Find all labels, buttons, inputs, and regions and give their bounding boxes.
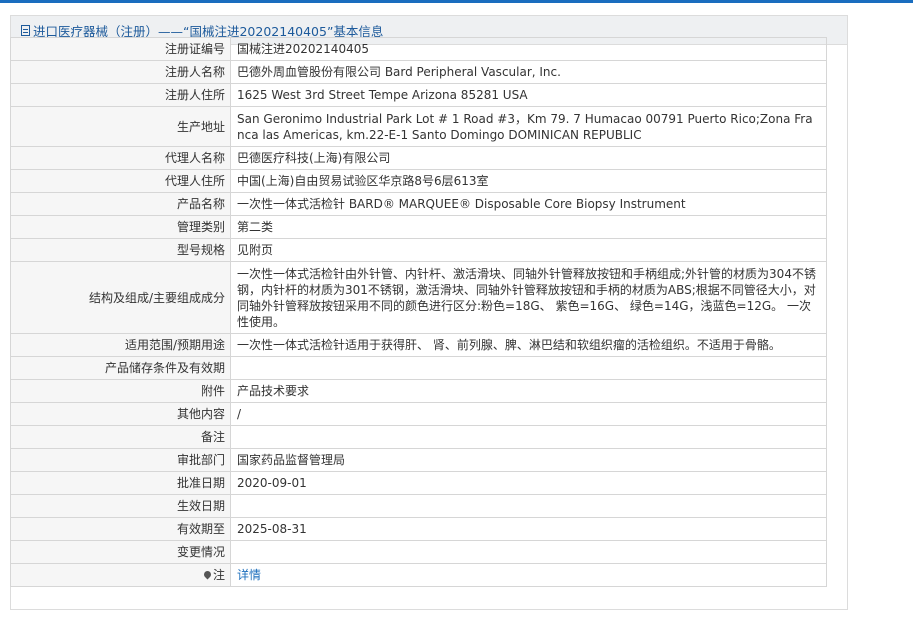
- table-row: 注册人名称 巴德外周血管股份有限公司 Bard Peripheral Vascu…: [10, 60, 827, 84]
- table-row: 管理类别 第二类: [10, 215, 827, 239]
- top-rule: [0, 0, 913, 3]
- pin-icon: [202, 569, 213, 580]
- details-link[interactable]: 详情: [237, 568, 261, 582]
- row-label-agent-name: 代理人名称: [10, 146, 231, 170]
- row-value-effective-date: [230, 494, 827, 518]
- row-value-approval-department: 国家药品监督管理局: [230, 448, 827, 472]
- note-label-text: 注: [212, 568, 225, 582]
- row-value-registrant-name: 巴德外周血管股份有限公司 Bard Peripheral Vascular, I…: [230, 60, 827, 84]
- row-value-registration-no: 国械注进20202140405: [230, 37, 827, 61]
- table-row: 注 详情: [10, 563, 827, 587]
- row-value-intended-use: 一次性一体式活检针适用于获得肝、 肾、前列腺、脾、淋巴结和软组织瘤的活检组织。不…: [230, 333, 827, 357]
- row-label-registrant-address: 注册人住所: [10, 83, 231, 107]
- table-row: 产品储存条件及有效期: [10, 356, 827, 380]
- table-row: 其他内容 /: [10, 402, 827, 426]
- row-value-production-address: San Geronimo Industrial Park Lot # 1 Roa…: [230, 106, 827, 147]
- row-value-change-status: [230, 540, 827, 564]
- table-row: 产品名称 一次性一体式活检针 BARD® MARQUEE® Disposable…: [10, 192, 827, 216]
- row-label-other-content: 其他内容: [10, 402, 231, 426]
- row-value-note: 详情: [230, 563, 827, 587]
- row-value-registrant-address: 1625 West 3rd Street Tempe Arizona 85281…: [230, 83, 827, 107]
- row-label-registrant-name: 注册人名称: [10, 60, 231, 84]
- table-row: 生产地址 San Geronimo Industrial Park Lot # …: [10, 106, 827, 147]
- table-row: 批准日期 2020-09-01: [10, 471, 827, 495]
- row-label-product-name: 产品名称: [10, 192, 231, 216]
- document-icon: [21, 24, 30, 36]
- table-row: 结构及组成/主要组成成分 一次性一体式活检针由外针管、内针杆、激活滑块、同轴外针…: [10, 261, 827, 334]
- row-label-change-status: 变更情况: [10, 540, 231, 564]
- row-value-storage-conditions: [230, 356, 827, 380]
- row-value-model-spec: 见附页: [230, 238, 827, 262]
- row-label-approval-date: 批准日期: [10, 471, 231, 495]
- row-label-structure-composition: 结构及组成/主要组成成分: [10, 261, 231, 334]
- row-value-valid-until: 2025-08-31: [230, 517, 827, 541]
- row-value-agent-name: 巴德医疗科技(上海)有限公司: [230, 146, 827, 170]
- table-row: 注册证编号 国械注进20202140405: [10, 37, 827, 61]
- row-label-storage-conditions: 产品储存条件及有效期: [10, 356, 231, 380]
- row-label-attachment: 附件: [10, 379, 231, 403]
- row-value-structure-composition: 一次性一体式活检针由外针管、内针杆、激活滑块、同轴外针管释放按钮和手柄组成;外针…: [230, 261, 827, 334]
- row-value-attachment: 产品技术要求: [230, 379, 827, 403]
- row-label-note: 注: [10, 563, 231, 587]
- table-row: 审批部门 国家药品监督管理局: [10, 448, 827, 472]
- row-label-remarks: 备注: [10, 425, 231, 449]
- row-label-intended-use: 适用范围/预期用途: [10, 333, 231, 357]
- row-value-agent-address: 中国(上海)自由贸易试验区华京路8号6层613室: [230, 169, 827, 193]
- table-row: 代理人名称 巴德医疗科技(上海)有限公司: [10, 146, 827, 170]
- table-row: 备注: [10, 425, 827, 449]
- table-row: 适用范围/预期用途 一次性一体式活检针适用于获得肝、 肾、前列腺、脾、淋巴结和软…: [10, 333, 827, 357]
- row-label-approval-department: 审批部门: [10, 448, 231, 472]
- table-row: 附件 产品技术要求: [10, 379, 827, 403]
- table-row: 注册人住所 1625 West 3rd Street Tempe Arizona…: [10, 83, 827, 107]
- info-table: 注册证编号 国械注进20202140405 注册人名称 巴德外周血管股份有限公司…: [10, 37, 827, 587]
- row-label-production-address: 生产地址: [10, 106, 231, 147]
- row-value-other-content: /: [230, 402, 827, 426]
- table-row: 型号规格 见附页: [10, 238, 827, 262]
- row-label-model-spec: 型号规格: [10, 238, 231, 262]
- row-label-agent-address: 代理人住所: [10, 169, 231, 193]
- row-label-management-category: 管理类别: [10, 215, 231, 239]
- row-value-product-name: 一次性一体式活检针 BARD® MARQUEE® Disposable Core…: [230, 192, 827, 216]
- row-value-remarks: [230, 425, 827, 449]
- table-row: 代理人住所 中国(上海)自由贸易试验区华京路8号6层613室: [10, 169, 827, 193]
- row-value-management-category: 第二类: [230, 215, 827, 239]
- table-row: 生效日期: [10, 494, 827, 518]
- table-row: 有效期至 2025-08-31: [10, 517, 827, 541]
- row-label-valid-until: 有效期至: [10, 517, 231, 541]
- row-label-effective-date: 生效日期: [10, 494, 231, 518]
- table-row: 变更情况: [10, 540, 827, 564]
- row-label-registration-no: 注册证编号: [10, 37, 231, 61]
- row-value-approval-date: 2020-09-01: [230, 471, 827, 495]
